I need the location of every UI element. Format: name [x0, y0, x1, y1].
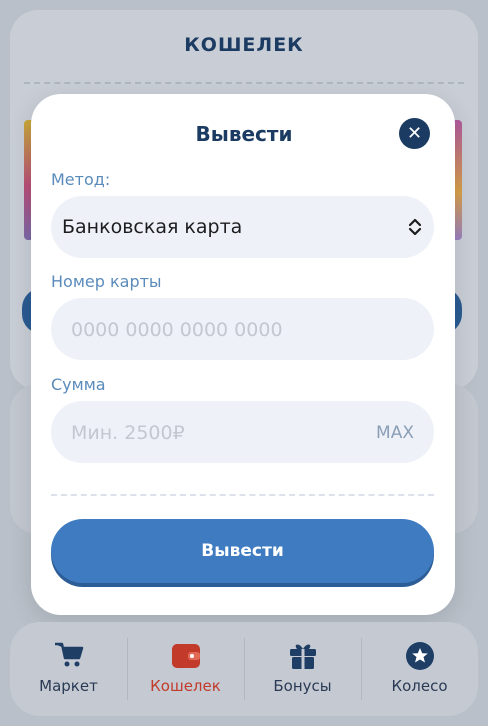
- card-number-label: Номер карты: [51, 272, 162, 291]
- wallet-icon: [171, 644, 200, 668]
- max-button[interactable]: MAX: [376, 423, 414, 443]
- nav-label: Колесо: [391, 677, 448, 695]
- divider: [24, 82, 464, 84]
- withdraw-button[interactable]: Вывести: [51, 519, 434, 583]
- close-button[interactable]: ✕: [399, 118, 430, 149]
- nav-item-market[interactable]: Маркет: [10, 622, 127, 716]
- gift-icon: [289, 644, 316, 669]
- method-value: Банковская карта: [62, 216, 243, 238]
- close-icon: ✕: [406, 122, 423, 144]
- card-number-field[interactable]: 0000 0000 0000 0000: [51, 298, 434, 360]
- method-select[interactable]: Банковская карта: [51, 196, 434, 258]
- chevron-up-down-icon: [408, 218, 422, 236]
- page-title: КОШЕЛЕК: [184, 34, 304, 56]
- divider: [51, 494, 434, 496]
- amount-label: Сумма: [51, 375, 106, 394]
- nav-label: Кошелек: [150, 677, 221, 695]
- method-label: Метод:: [51, 170, 111, 189]
- bottom-nav: Маркет Кошелек Бонусы Колесо: [10, 622, 478, 716]
- amount-placeholder: Мин. 2500₽: [71, 422, 185, 444]
- nav-label: Бонусы: [273, 677, 332, 695]
- nav-label: Маркет: [39, 677, 98, 695]
- nav-item-bonuses[interactable]: Бонусы: [244, 622, 361, 716]
- nav-item-wallet[interactable]: Кошелек: [127, 622, 244, 716]
- star-circle-icon: [405, 642, 434, 670]
- card-number-placeholder: 0000 0000 0000 0000: [71, 319, 283, 341]
- cart-icon: [54, 642, 83, 667]
- nav-item-wheel[interactable]: Колесо: [361, 622, 478, 716]
- amount-field[interactable]: Мин. 2500₽ MAX: [51, 401, 434, 463]
